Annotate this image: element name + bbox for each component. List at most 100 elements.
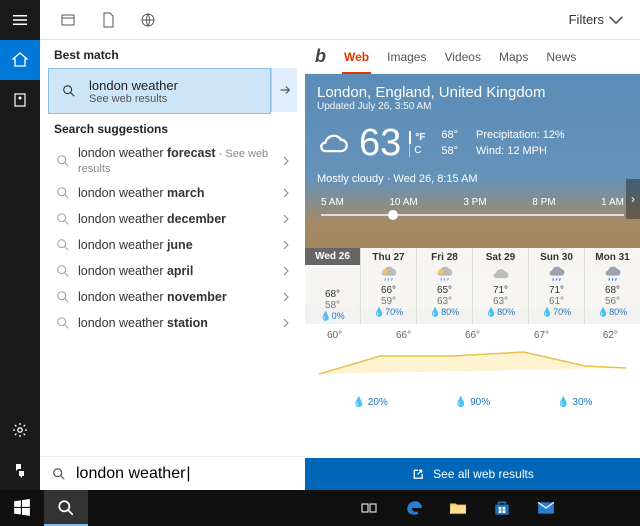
toolbar-web-icon[interactable] (128, 0, 168, 40)
start-button[interactable] (0, 490, 44, 526)
see-all-label: See all web results (433, 467, 534, 481)
search-icon (52, 467, 66, 481)
chart-temp-label: 67° (534, 330, 549, 341)
weather-timeline: 5 AM 10 AM 3 PM 8 PM 1 AM (317, 197, 628, 208)
suggestion-item[interactable]: london weather december (48, 206, 297, 232)
suggestions-header: Search suggestions (40, 114, 305, 142)
rain-icon (529, 263, 584, 285)
suggestion-item[interactable]: london weather station (48, 310, 297, 336)
cortana-rail (0, 0, 40, 490)
rail-feedback-button[interactable] (0, 450, 40, 490)
forecast-day[interactable]: Wed 26 68° 58° 💧0% (305, 248, 361, 324)
chevron-right-icon (281, 318, 291, 328)
chevron-right-icon (281, 240, 291, 250)
forecast-day[interactable]: Fri 28 65° 63° 💧80% (417, 248, 473, 324)
bing-tab-news[interactable]: News (544, 42, 578, 72)
task-view-button[interactable] (348, 490, 392, 526)
chart-temp-label: 66° (465, 330, 480, 341)
bing-tabs: b Web Images Videos Maps News (305, 40, 640, 74)
suggestion-item[interactable]: london weather november (48, 284, 297, 310)
suggestion-item[interactable]: london weather march (48, 180, 297, 206)
search-icon (54, 290, 72, 304)
hourly-chart: 60°66°66°67°62° 💧 20%💧 90%💧 30% (305, 324, 640, 434)
best-match-subtitle: See web results (89, 93, 262, 105)
toolbar-apps-icon[interactable] (48, 0, 88, 40)
best-match-title: london weather (89, 78, 262, 93)
rail-home-button[interactable] (0, 40, 40, 80)
weather-precip: 12% (543, 129, 565, 141)
chevron-right-icon (281, 188, 291, 198)
weather-time-slider[interactable] (321, 214, 624, 216)
suggestion-item[interactable]: london weather april (48, 258, 297, 284)
timeline-tick: 3 PM (463, 197, 486, 208)
chevron-down-icon (608, 12, 624, 28)
results-left-column: Best match london weather See web result… (40, 40, 305, 490)
see-all-results-button[interactable]: See all web results (305, 458, 640, 490)
rail-settings-button[interactable] (0, 410, 40, 450)
suggestion-text: london weather june (72, 238, 281, 253)
chevron-right-icon (281, 266, 291, 276)
suggestion-text: london weather station (72, 316, 281, 331)
chevron-right-icon (281, 214, 291, 224)
best-match-header: Best match (40, 40, 305, 68)
best-match-open-button[interactable] (271, 68, 297, 112)
weather-high: 68° (441, 129, 458, 141)
search-icon (57, 84, 81, 98)
taskbar-explorer[interactable] (436, 490, 480, 526)
moon-icon (305, 267, 360, 289)
web-preview-column: b WebImagesVideosMapsNews London, Englan… (305, 40, 640, 490)
search-input-text: london weather (76, 465, 191, 483)
forecast-day[interactable]: Thu 27 66° 59° 💧70% (361, 248, 417, 324)
toolbar-documents-icon[interactable] (88, 0, 128, 40)
rail-notebook-button[interactable] (0, 80, 40, 120)
search-icon (54, 238, 72, 252)
timeline-tick: 10 AM (389, 197, 417, 208)
suggestion-text: london weather forecast - See web result… (72, 146, 281, 176)
cortana-search-box[interactable]: london weather (40, 456, 305, 490)
weather-low: 58° (441, 145, 458, 157)
bing-tab-web[interactable]: Web (342, 42, 371, 74)
filters-button[interactable]: Filters (569, 12, 632, 28)
suggestion-text: london weather april (72, 264, 281, 279)
cloud-icon (473, 263, 528, 285)
forecast-day[interactable]: Mon 31 68° 56° 💧80% (585, 248, 640, 324)
forecast-day[interactable]: Sun 30 71° 61° 💧70% (529, 248, 585, 324)
timeline-tick: 8 PM (532, 197, 555, 208)
search-results-panel: Best match london weather See web result… (40, 40, 640, 490)
search-icon (54, 154, 72, 168)
weather-units[interactable]: °F C (409, 131, 425, 157)
chart-precip-label: 💧 90% (455, 397, 490, 408)
chart-temp-label: 66° (396, 330, 411, 341)
forecast-strip: Wed 26 68° 58° 💧0%Thu 27 66° 59° 💧70%Fri… (305, 248, 640, 324)
bing-logo[interactable]: b (315, 46, 326, 67)
weather-wind: 12 MPH (507, 145, 547, 157)
weather-updated: Updated July 26, 3:50 AM (317, 101, 628, 112)
slider-thumb[interactable] (388, 210, 398, 220)
rail-menu-button[interactable] (0, 0, 40, 40)
bing-tab-images[interactable]: Images (385, 42, 428, 72)
chevron-right-icon (281, 292, 291, 302)
forecast-day[interactable]: Sat 29 71° 63° 💧80% (473, 248, 529, 324)
best-match-item[interactable]: london weather See web results (48, 68, 271, 114)
chart-temp-label: 60° (327, 330, 342, 341)
showers-icon (417, 263, 472, 285)
taskbar-store[interactable] (480, 490, 524, 526)
taskbar-edge[interactable] (392, 490, 436, 526)
taskbar-mail[interactable] (524, 490, 568, 526)
timeline-tick: 5 AM (321, 197, 344, 208)
weather-condition: Mostly cloudy · Wed 26, 8:15 AM (317, 173, 628, 185)
bing-tab-videos[interactable]: Videos (442, 42, 482, 72)
chart-precip-label: 💧 30% (557, 397, 592, 408)
taskbar-search-button[interactable] (44, 490, 88, 526)
bing-tab-maps[interactable]: Maps (497, 42, 530, 72)
filters-label: Filters (569, 12, 604, 27)
forecast-next-button[interactable]: › (626, 179, 640, 219)
chart-precip-label: 💧 20% (353, 397, 388, 408)
suggestion-item[interactable]: london weather june (48, 232, 297, 258)
suggestion-text: london weather march (72, 186, 281, 201)
timeline-tick: 1 AM (601, 197, 624, 208)
search-icon (54, 264, 72, 278)
taskbar (0, 490, 640, 526)
search-icon (54, 186, 72, 200)
suggestion-item[interactable]: london weather forecast - See web result… (48, 142, 297, 180)
